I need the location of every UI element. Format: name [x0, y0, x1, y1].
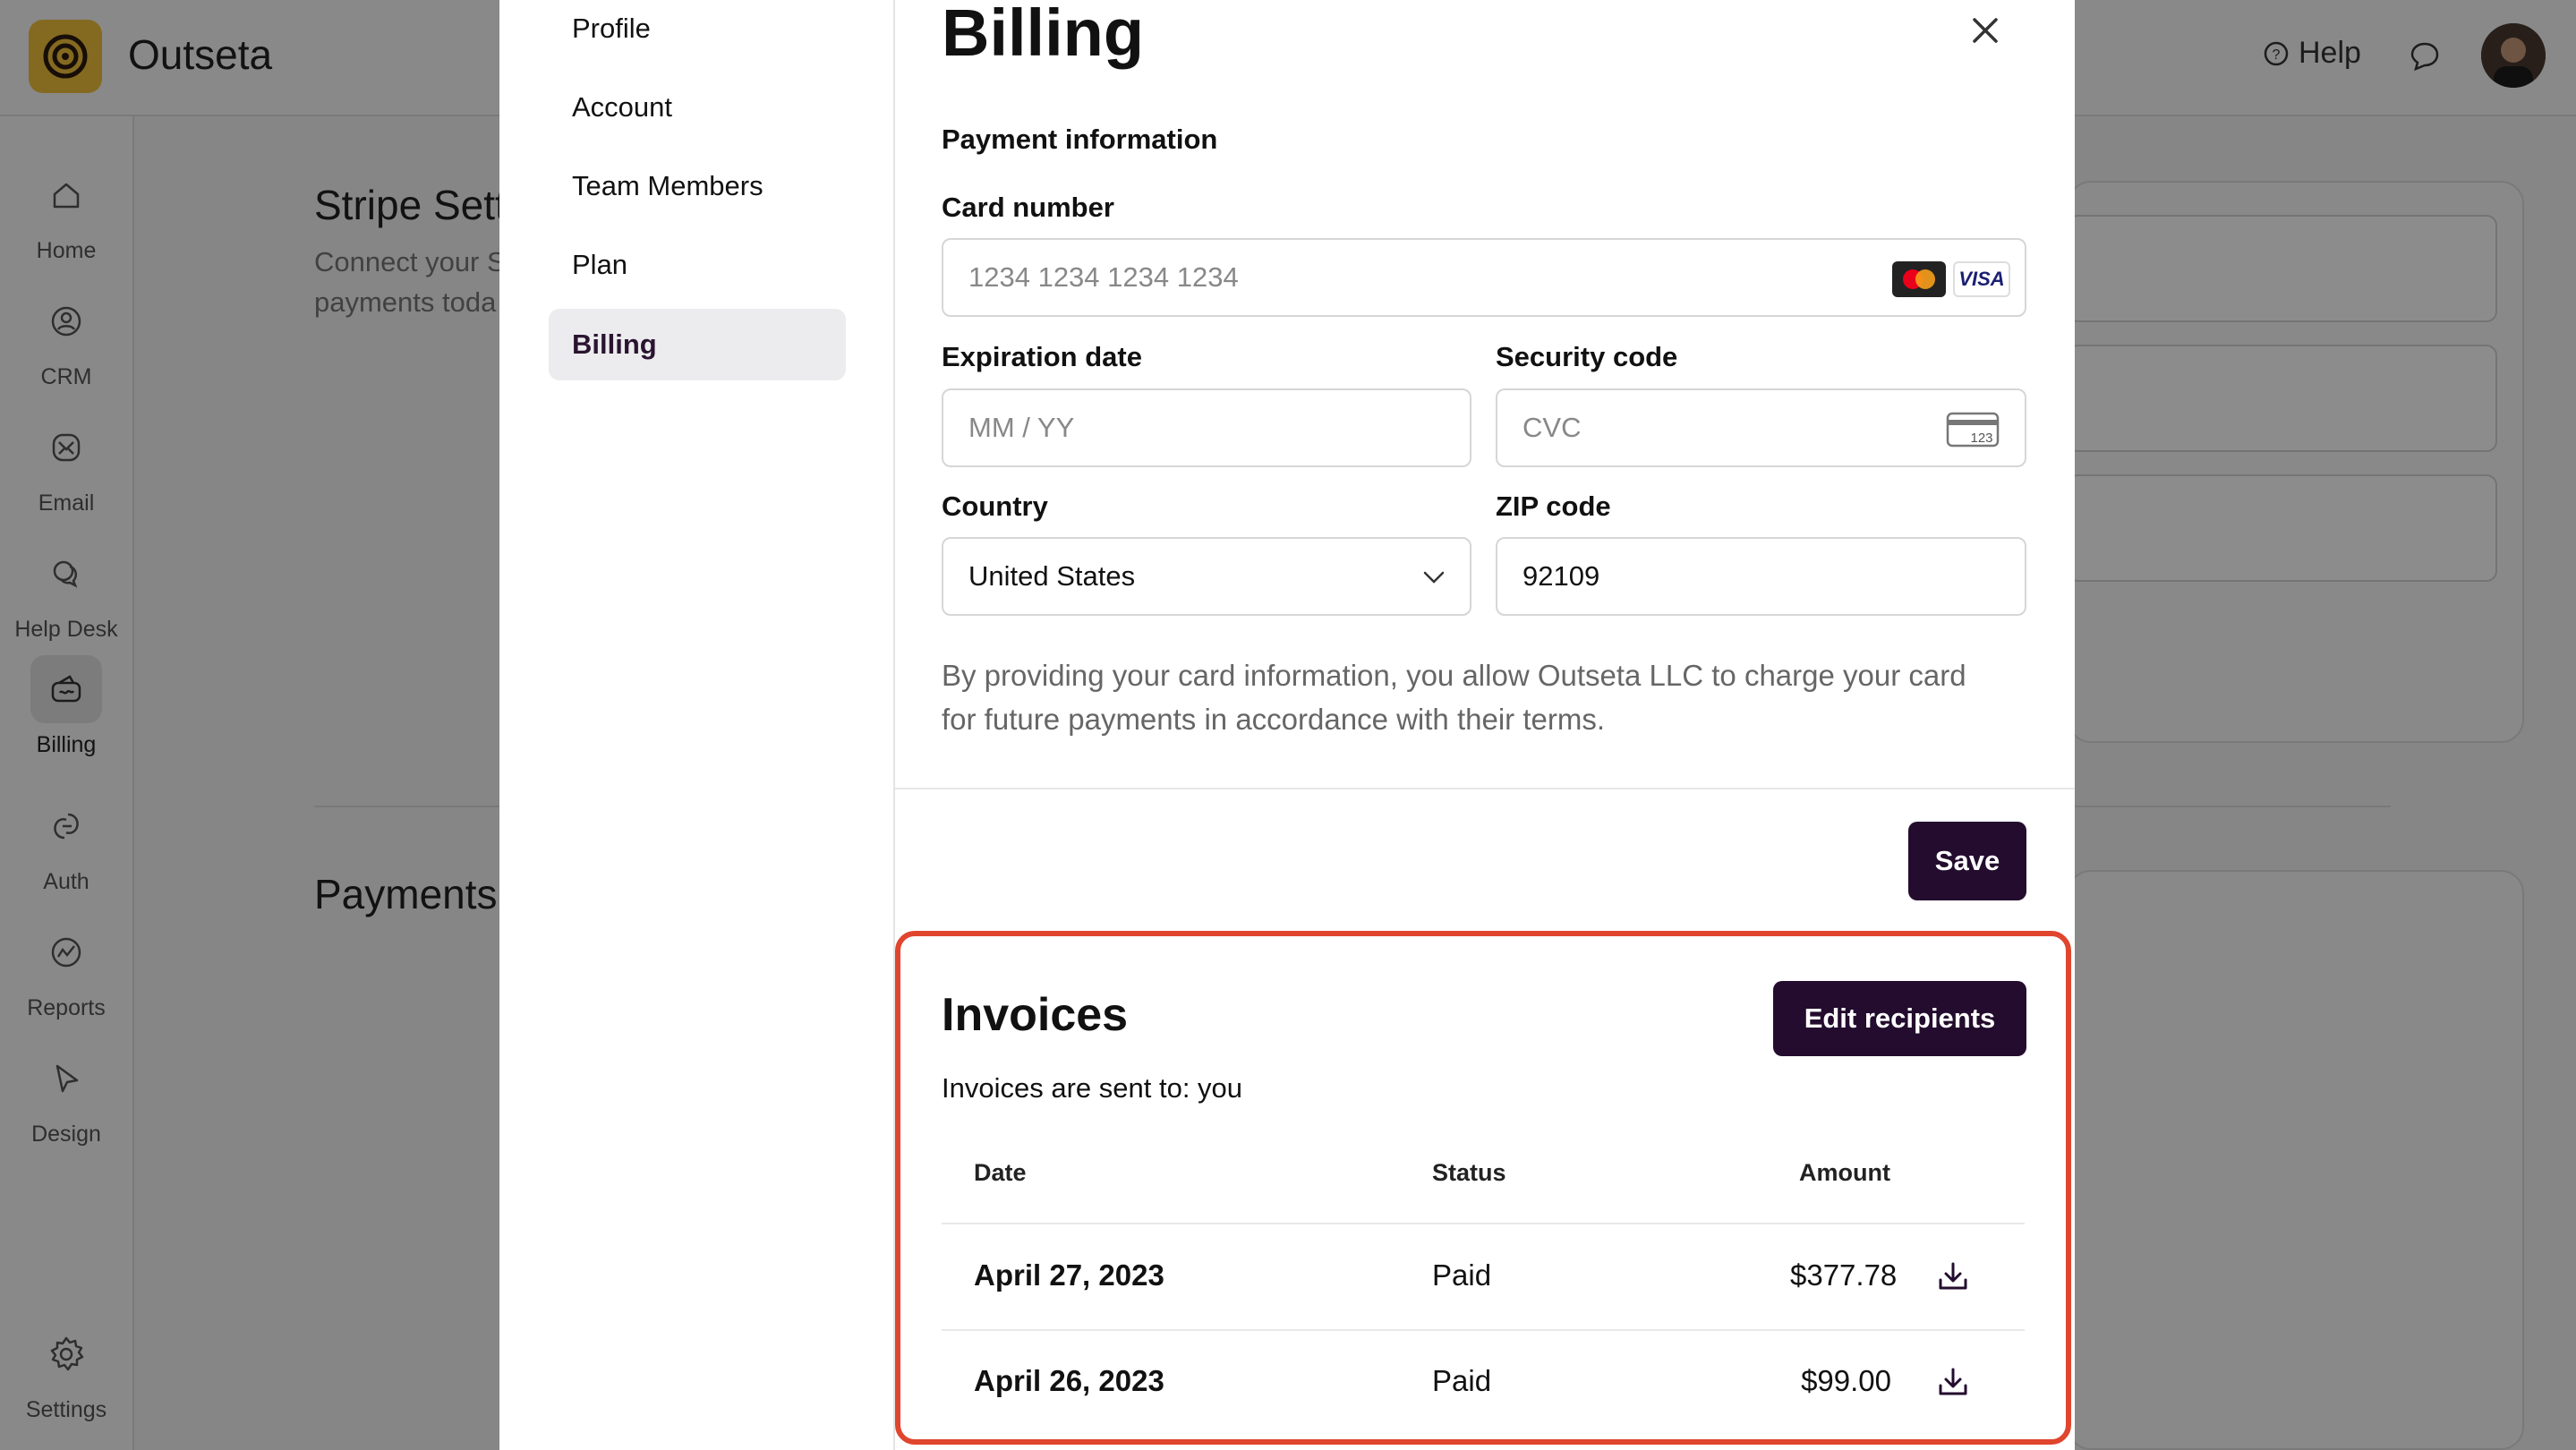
save-button[interactable]: Save: [1908, 822, 2026, 900]
card-number-placeholder: 1234 1234 1234 1234: [968, 261, 1239, 293]
modal-nav-team-members[interactable]: Team Members: [549, 150, 846, 222]
zip-value: 92109: [1523, 560, 1600, 592]
security-code-field[interactable]: CVC 123: [1496, 388, 2026, 467]
table-divider: [942, 1329, 2025, 1331]
invoices-title: Invoices: [942, 989, 1129, 1041]
cvc-card-icon: 123: [1946, 412, 2000, 448]
column-header-amount: Amount: [1799, 1159, 1890, 1186]
cvc-icon-text: 123: [1970, 431, 1992, 446]
card-number-field[interactable]: 1234 1234 1234 1234 VISA: [942, 238, 2026, 317]
edit-recipients-button[interactable]: Edit recipients: [1773, 981, 2026, 1056]
country-value: United States: [968, 560, 1136, 592]
invoice-status: Paid: [1432, 1364, 1492, 1397]
zip-field[interactable]: 92109: [1496, 537, 2026, 616]
download-icon[interactable]: [1935, 1364, 1971, 1400]
modal-nav-plan[interactable]: Plan: [549, 229, 846, 301]
modal-nav-account[interactable]: Account: [549, 72, 846, 143]
invoice-amount: $99.00: [1801, 1364, 1891, 1397]
card-number-label: Card number: [942, 192, 1114, 223]
invoices-recipients-text: Invoices are sent to: you: [942, 1072, 1243, 1104]
expiration-placeholder: MM / YY: [968, 412, 1075, 443]
billing-pane: Billing Payment information Card number …: [895, 0, 2075, 1450]
invoice-date: April 27, 2023: [974, 1258, 1164, 1292]
zip-label: ZIP code: [1496, 490, 1611, 522]
expiration-field[interactable]: MM / YY: [942, 388, 1471, 467]
country-label: Country: [942, 490, 1048, 522]
expiration-label: Expiration date: [942, 341, 1142, 372]
security-code-placeholder: CVC: [1523, 412, 1582, 443]
column-header-status: Status: [1432, 1159, 1506, 1186]
mastercard-icon: [1892, 261, 1946, 297]
close-icon[interactable]: [1967, 13, 2003, 48]
visa-icon: VISA: [1953, 261, 2010, 297]
modal-nav: Profile Account Team Members Plan Billin…: [499, 0, 895, 1450]
download-icon[interactable]: [1935, 1258, 1971, 1294]
payment-info-heading: Payment information: [942, 124, 1218, 155]
card-brand-icons: VISA: [1892, 261, 2010, 297]
country-select[interactable]: United States: [942, 537, 1471, 616]
modal-nav-profile[interactable]: Profile: [549, 0, 846, 64]
section-divider: [895, 788, 2075, 789]
invoice-status: Paid: [1432, 1258, 1492, 1292]
modal-nav-billing[interactable]: Billing: [549, 309, 846, 380]
chevron-down-icon: [1423, 571, 1445, 584]
page-title: Billing: [942, 0, 1145, 70]
billing-modal: Profile Account Team Members Plan Billin…: [499, 0, 2075, 1450]
consent-text: By providing your card information, you …: [942, 659, 1966, 736]
security-code-label: Security code: [1496, 341, 1678, 372]
column-header-date: Date: [974, 1159, 1027, 1186]
invoice-date: April 26, 2023: [974, 1364, 1164, 1397]
invoice-amount: $377.78: [1790, 1258, 1898, 1292]
table-divider: [942, 1223, 2025, 1224]
